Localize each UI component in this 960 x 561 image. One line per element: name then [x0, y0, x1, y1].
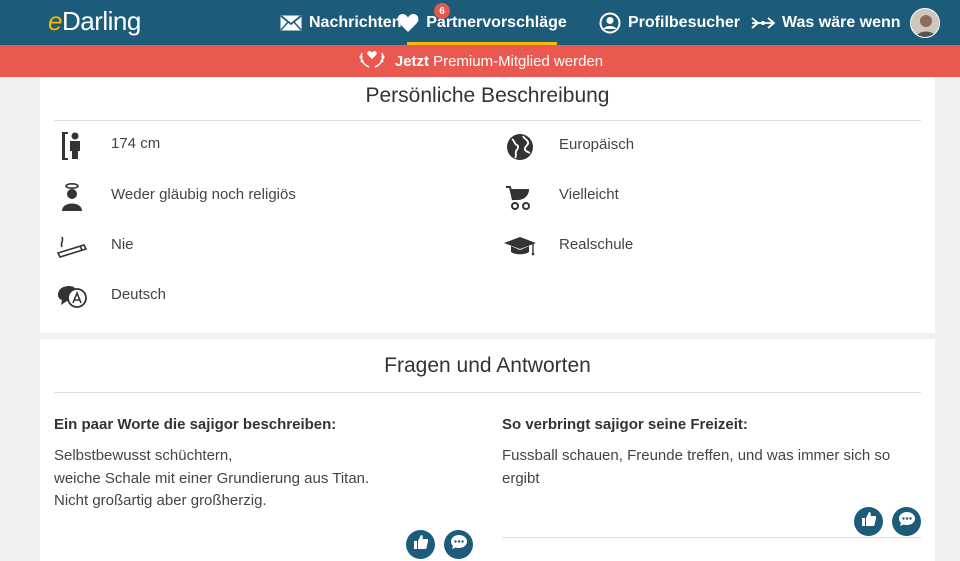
- qa-left-question: Ein paar Worte die sajigor beschreiben:: [54, 416, 337, 433]
- qa-left-answer: Selbstbewusst schüchtern, weiche Schale …: [54, 447, 370, 509]
- nav-messages[interactable]: Nachrichten: [280, 0, 401, 45]
- attribute-ethnicity-text: Europäisch: [559, 136, 635, 153]
- language-icon: [55, 282, 89, 312]
- attribute-language-text: Deutsch: [111, 286, 167, 303]
- qa-right-answer: Fussball schauen, Freunde treffen, und w…: [502, 447, 891, 487]
- personal-description-title: Persönliche Beschreibung: [365, 84, 610, 107]
- like-button[interactable]: [854, 507, 883, 536]
- nav-whatif-label: Was wäre wenn: [782, 13, 901, 31]
- height-icon: [55, 131, 89, 161]
- nav-what-if[interactable]: Was wäre wenn: [751, 0, 901, 45]
- stroller-icon: [503, 182, 537, 212]
- premium-text: Premium-Mitglied werden: [433, 52, 604, 70]
- heart-icon: [397, 13, 419, 33]
- divider: [54, 120, 921, 121]
- divider: [54, 392, 921, 393]
- profile-visitor-icon: [599, 12, 621, 34]
- speech-bubble-icon: [450, 534, 468, 555]
- smoking-icon: [55, 232, 89, 262]
- user-avatar[interactable]: [910, 8, 940, 38]
- arrows-icon: [751, 15, 775, 31]
- qa-right-question: So verbringt sajigor seine Freizeit:: [502, 416, 748, 433]
- top-navigation: eDarling Nachrichten 6 Partnervorschläge…: [0, 0, 960, 45]
- premium-banner[interactable]: Jetzt Premium-Mitglied werden: [0, 45, 960, 77]
- edarling-logo[interactable]: eDarling: [48, 6, 141, 37]
- questions-answers-card: Fragen und Antworten Ein paar Worte die …: [40, 339, 935, 561]
- premium-strong-text: Jetzt: [394, 52, 430, 70]
- qa-title: Fragen und Antworten: [384, 354, 591, 377]
- speech-bubble-icon: [898, 511, 916, 532]
- nav-messages-label: Nachrichten: [309, 13, 402, 31]
- attribute-religion-text: Weder gläubig noch religiös: [111, 186, 296, 203]
- globe-icon: [503, 132, 537, 162]
- nav-profile-visitors[interactable]: Profilbesucher: [599, 0, 740, 45]
- like-button[interactable]: [406, 530, 435, 559]
- personal-description-card: Persönliche Beschreibung 174 cm Europäis…: [40, 77, 935, 333]
- religion-icon: [55, 182, 89, 212]
- thumbs-up-icon: [413, 534, 429, 555]
- divider: [502, 537, 921, 538]
- envelope-icon: [280, 14, 302, 31]
- nav-partner-suggestions[interactable]: 6 Partnervorschläge: [397, 0, 567, 45]
- partner-count-badge: 6: [434, 3, 450, 19]
- thumbs-up-icon: [861, 511, 877, 532]
- comment-button[interactable]: [444, 530, 473, 559]
- attribute-height-text: 174 cm: [111, 135, 161, 152]
- attribute-education-text: Realschule: [559, 236, 634, 253]
- comment-button[interactable]: [892, 507, 921, 536]
- attribute-smoking-text: Nie: [111, 236, 134, 253]
- graduation-cap-icon: [503, 232, 537, 262]
- nav-visitors-label: Profilbesucher: [628, 13, 741, 31]
- attribute-children-text: Vielleicht: [559, 186, 619, 203]
- laurel-hearts-icon: [357, 49, 387, 73]
